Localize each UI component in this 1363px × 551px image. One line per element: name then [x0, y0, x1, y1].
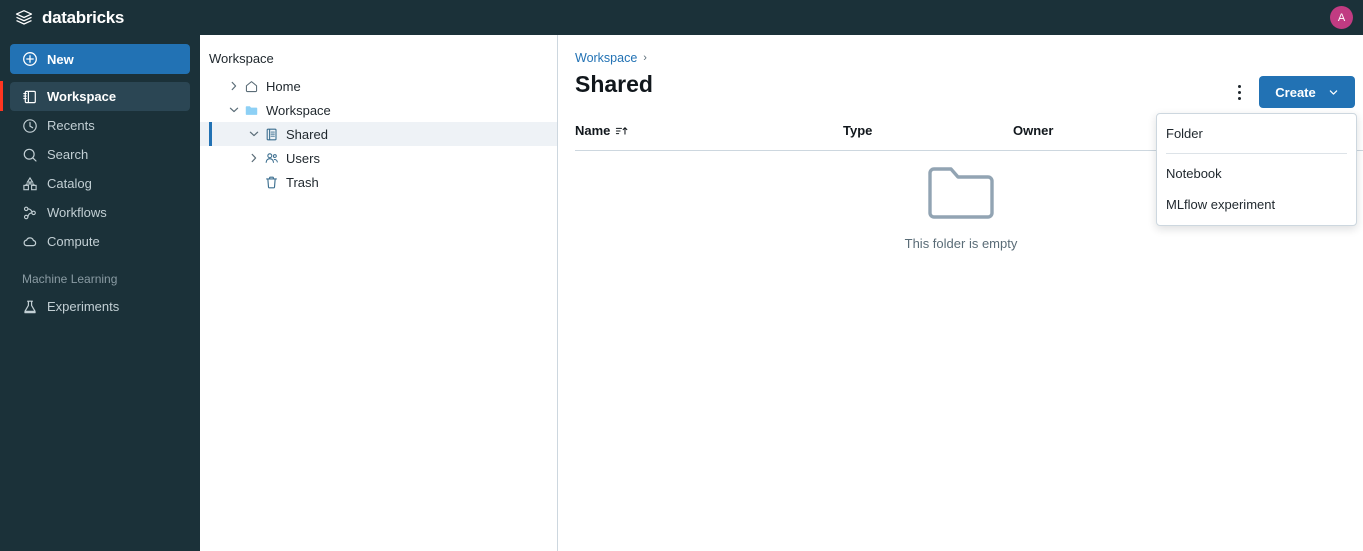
sidebar-item-label: Workspace	[47, 89, 117, 104]
create-button[interactable]: Create	[1259, 76, 1355, 108]
sidebar-item-search[interactable]: Search	[10, 140, 190, 169]
sidebar-item-label: Workflows	[47, 205, 107, 220]
menu-item-label: MLflow experiment	[1166, 197, 1276, 212]
new-button[interactable]: New	[10, 44, 190, 74]
user-avatar[interactable]: A	[1330, 6, 1353, 29]
menu-item-notebook[interactable]: Notebook	[1157, 158, 1356, 189]
avatar-initial: A	[1337, 11, 1346, 24]
workspace-icon	[23, 90, 36, 103]
kebab-dot	[1237, 84, 1241, 88]
column-header-label: Type	[843, 123, 873, 138]
sidebar-section-machine-learning: Machine Learning	[22, 272, 118, 286]
chevron-right-icon[interactable]	[247, 151, 261, 165]
kebab-dot	[1237, 96, 1241, 100]
empty-state-text: This folder is empty	[904, 236, 1018, 251]
breadcrumb-link-workspace[interactable]: Workspace	[575, 51, 637, 65]
breadcrumb-separator: ›	[643, 52, 647, 64]
plus-circle-icon	[23, 52, 37, 66]
primary-sidebar: New Workspace Recents Search Catalog Wor…	[0, 35, 200, 551]
menu-item-label: Folder	[1166, 126, 1203, 141]
create-dropdown-menu: Folder Notebook MLflow experiment	[1156, 113, 1357, 226]
workflows-icon	[23, 206, 36, 219]
tree-item-shared[interactable]: Shared	[200, 122, 557, 146]
menu-item-folder[interactable]: Folder	[1157, 118, 1356, 149]
create-button-label: Create	[1275, 84, 1316, 100]
column-header-name[interactable]: Name	[575, 123, 843, 138]
sidebar-item-catalog[interactable]: Catalog	[10, 169, 190, 198]
sidebar-item-workspace[interactable]: Workspace	[0, 81, 190, 111]
tree-panel-title: Workspace	[209, 51, 274, 66]
sort-ascending-icon[interactable]	[615, 124, 629, 138]
more-vertical-icon[interactable]	[1227, 79, 1251, 105]
sidebar-item-label: Search	[47, 147, 89, 162]
chevron-down-icon[interactable]	[227, 103, 241, 117]
tree-item-label: Shared	[286, 126, 328, 142]
new-button-label: New	[47, 51, 74, 67]
cloud-icon	[23, 236, 37, 246]
chevron-down-icon[interactable]	[247, 127, 261, 141]
chevron-down-icon	[1329, 89, 1338, 95]
sidebar-item-recents[interactable]: Recents	[10, 111, 190, 140]
workspace-tree-panel: Workspace Home Workspace Shared Users Tr…	[200, 35, 558, 551]
home-icon	[245, 80, 258, 92]
top-bar: databricks A	[0, 0, 1363, 35]
users-icon	[265, 152, 278, 163]
databricks-workspace-app: databricks A New Workspace Recents Searc…	[0, 0, 1363, 551]
sidebar-item-compute[interactable]: Compute	[10, 227, 190, 256]
trash-icon	[266, 176, 277, 188]
databricks-logo[interactable]: databricks	[0, 8, 124, 28]
notebook-icon	[266, 128, 277, 140]
catalog-icon	[23, 176, 37, 190]
search-icon	[23, 148, 37, 162]
kebab-dot	[1237, 90, 1241, 94]
tree-item-label: Users	[286, 150, 320, 166]
brand-name: databricks	[42, 7, 125, 27]
menu-separator	[1166, 153, 1347, 154]
sidebar-item-label: Experiments	[47, 299, 120, 314]
tree-item-users[interactable]: Users	[200, 146, 557, 170]
tree-item-label: Home	[266, 78, 301, 94]
sidebar-item-label: Compute	[47, 234, 100, 249]
sidebar-item-workflows[interactable]: Workflows	[10, 198, 190, 227]
tree-item-home[interactable]: Home	[200, 74, 557, 98]
clock-icon	[23, 118, 37, 133]
menu-item-mlflow-experiment[interactable]: MLflow experiment	[1157, 189, 1356, 220]
tree-item-label: Workspace	[266, 102, 331, 118]
folder-icon	[245, 105, 258, 115]
experiments-flask-icon	[24, 300, 36, 313]
tree-item-trash[interactable]: Trash	[200, 170, 557, 194]
sidebar-item-label: Catalog	[47, 176, 92, 191]
sidebar-item-label: Recents	[47, 118, 95, 133]
breadcrumb: Workspace ›	[559, 35, 1363, 65]
column-header-label: Owner	[1013, 123, 1054, 138]
databricks-stack-icon	[15, 9, 33, 25]
header-actions: Create	[1227, 76, 1355, 108]
tree-item-label: Trash	[286, 174, 319, 190]
empty-folder-icon	[928, 167, 994, 219]
tree-item-workspace[interactable]: Workspace	[200, 98, 557, 122]
menu-item-label: Notebook	[1166, 166, 1222, 181]
column-header-type[interactable]: Type	[843, 123, 1013, 138]
column-header-label: Name	[575, 123, 611, 138]
sidebar-item-experiments[interactable]: Experiments	[10, 292, 190, 321]
chevron-right-icon[interactable]	[227, 79, 241, 93]
